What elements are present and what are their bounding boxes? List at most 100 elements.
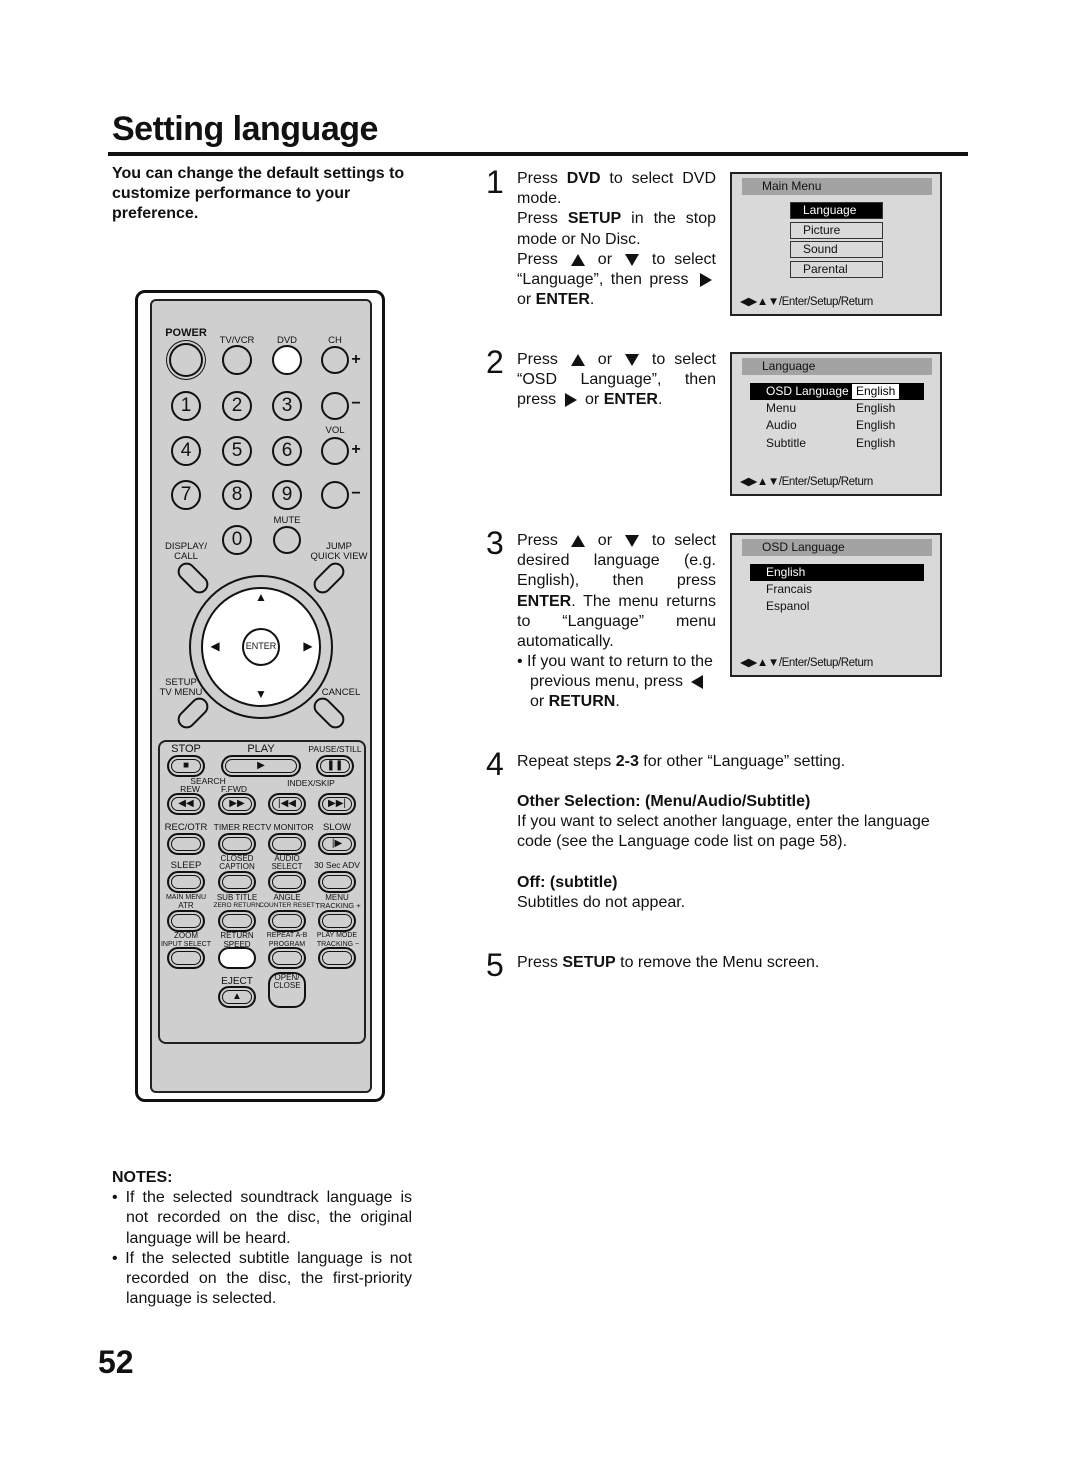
up-arrow-icon	[570, 534, 585, 547]
step-1-text: Press DVD to select DVD mode. Press SETU…	[517, 170, 716, 309]
digit-4-button[interactable]: 4	[171, 436, 201, 466]
vol-up-button[interactable]	[321, 437, 349, 465]
skip-back-button[interactable]: |◀◀	[268, 793, 306, 815]
osd-option-english[interactable]: English	[750, 564, 924, 581]
counter-reset-label: COUNTER RESET	[259, 902, 315, 909]
ch-label: CH	[328, 335, 342, 346]
osd-option-francais[interactable]: Francais	[750, 581, 924, 598]
ch-minus: −	[351, 395, 361, 412]
language-row-audio[interactable]: Audio English	[750, 417, 924, 434]
tv-monitor-button[interactable]	[268, 833, 306, 855]
fast-forward-button[interactable]: ▶▶	[218, 793, 256, 815]
slow-label: SLOW	[323, 822, 351, 833]
intro-text: You can change the default settings to c…	[112, 165, 405, 222]
menu-item-parental[interactable]: Parental	[790, 261, 883, 278]
power-button[interactable]	[169, 343, 203, 377]
off-subtitle-text: Subtitles do not appear.	[517, 893, 686, 911]
tvvcr-button[interactable]	[222, 345, 252, 375]
timer-rec-button[interactable]	[218, 833, 256, 855]
dvd-button[interactable]	[272, 345, 302, 375]
play-label: PLAY	[247, 743, 275, 755]
tv-monitor-label: TV MONITOR	[260, 822, 314, 832]
call-label: CALL	[174, 551, 198, 562]
step-number: 5	[486, 947, 504, 983]
screen-header: Main Menu	[742, 178, 932, 195]
digit-5-button[interactable]: 5	[222, 436, 252, 466]
30sec-adv-button[interactable]	[318, 871, 356, 893]
timer-rec-label: TIMER REC	[213, 822, 261, 832]
digit-3-button[interactable]: 3	[272, 391, 302, 421]
mute-button[interactable]	[273, 526, 301, 554]
select-label: SELECT	[271, 862, 303, 871]
step-3-bullet: • If you want to return to the previous …	[517, 653, 713, 711]
main-menu-button[interactable]	[167, 910, 205, 932]
down-arrow-button[interactable]: ▼	[255, 688, 267, 700]
ch-up-button[interactable]	[321, 346, 349, 374]
sleep-button[interactable]	[167, 871, 205, 893]
menu-item-sound[interactable]: Sound	[790, 241, 883, 258]
other-selection-text: If you want to select another language, …	[517, 813, 930, 851]
right-arrow-button[interactable]: ▶	[303, 640, 312, 652]
left-arrow-icon	[691, 674, 704, 689]
rewind-button[interactable]: ◀◀	[167, 793, 205, 815]
skip-forward-button[interactable]: ▶▶|	[318, 793, 356, 815]
angle-button[interactable]	[268, 910, 306, 932]
digit-6-button[interactable]: 6	[272, 436, 302, 466]
osd-language-screen: OSD Language English Francais Espanol ◀▶…	[730, 533, 942, 677]
closed-caption-button[interactable]	[218, 871, 256, 893]
slow-button[interactable]: |▶	[318, 833, 356, 855]
audio-select-button[interactable]	[268, 871, 306, 893]
step-number: 1	[486, 164, 504, 200]
digit-0-button[interactable]: 0	[222, 525, 252, 555]
vol-plus: +	[351, 441, 361, 458]
close-label: CLOSE	[273, 981, 301, 990]
osd-option-espanol[interactable]: Espanol	[750, 598, 924, 615]
left-arrow-button[interactable]: ◀	[210, 640, 219, 652]
play-button[interactable]: ▶	[221, 755, 301, 777]
atr-label: ATR	[178, 901, 194, 910]
step-number: 4	[486, 746, 504, 782]
language-row-menu[interactable]: Menu English	[750, 400, 924, 417]
enter-button[interactable]: ENTER	[242, 628, 280, 666]
digit-1-button[interactable]: 1	[171, 391, 201, 421]
pause-button[interactable]: ❚❚	[316, 755, 354, 777]
remote-control-illustration: POWER TV/VCR DVD CH + − VOL + − 1 2 3 4 …	[135, 290, 385, 1102]
digit-7-button[interactable]: 7	[171, 480, 201, 510]
ch-down-button[interactable]	[321, 392, 349, 420]
sleep-label: SLEEP	[170, 860, 202, 871]
tv-menu-label: TV MENU	[159, 687, 203, 698]
repeat-ab-label: REPEAT A-B	[266, 932, 308, 939]
menu-item-picture[interactable]: Picture	[790, 222, 883, 239]
return-button[interactable]	[218, 947, 256, 969]
digit-2-button[interactable]: 2	[222, 391, 252, 421]
vol-label: VOL	[325, 425, 345, 436]
note-item: • If the selected subtitle language is n…	[112, 1249, 413, 1308]
title-rule	[108, 152, 968, 156]
rec-otr-button[interactable]	[167, 833, 205, 855]
repeat-ab-button[interactable]	[268, 947, 306, 969]
page-number: 52	[98, 1344, 134, 1380]
menu-button[interactable]	[318, 910, 356, 932]
stop-button[interactable]: ■	[167, 755, 205, 777]
vol-down-button[interactable]	[321, 481, 349, 509]
menu-item-language[interactable]: Language	[790, 202, 883, 219]
mute-label: MUTE	[273, 515, 301, 526]
sub-title-button[interactable]	[218, 910, 256, 932]
cancel-label: CANCEL	[321, 687, 361, 698]
quick-view-label: QUICK VIEW	[310, 551, 368, 562]
eject-button[interactable]: ▲	[218, 986, 256, 1008]
digit-9-button[interactable]: 9	[272, 480, 302, 510]
language-row-subtitle[interactable]: Subtitle English	[750, 435, 924, 452]
language-screen: Language OSD Language English Menu English…	[730, 352, 942, 496]
step-4-text: Repeat steps 2-3 for other “Language” se…	[517, 753, 846, 770]
screen-footer: ◀▶▲▼/Enter/Setup/Return	[740, 476, 873, 488]
play-mode-button[interactable]	[318, 947, 356, 969]
index-skip-label: INDEX/SKIP	[287, 778, 335, 788]
other-selection-heading: Other Selection: (Menu/Audio/Subtitle)	[517, 793, 811, 810]
notes: NOTES: • If the selected soundtrack lang…	[112, 1168, 412, 1309]
zoom-button[interactable]	[167, 947, 205, 969]
language-row-osd[interactable]: OSD Language English	[750, 383, 924, 400]
digit-8-button[interactable]: 8	[222, 480, 252, 510]
up-arrow-button[interactable]: ▲	[255, 591, 267, 603]
power-label: POWER	[165, 327, 207, 339]
